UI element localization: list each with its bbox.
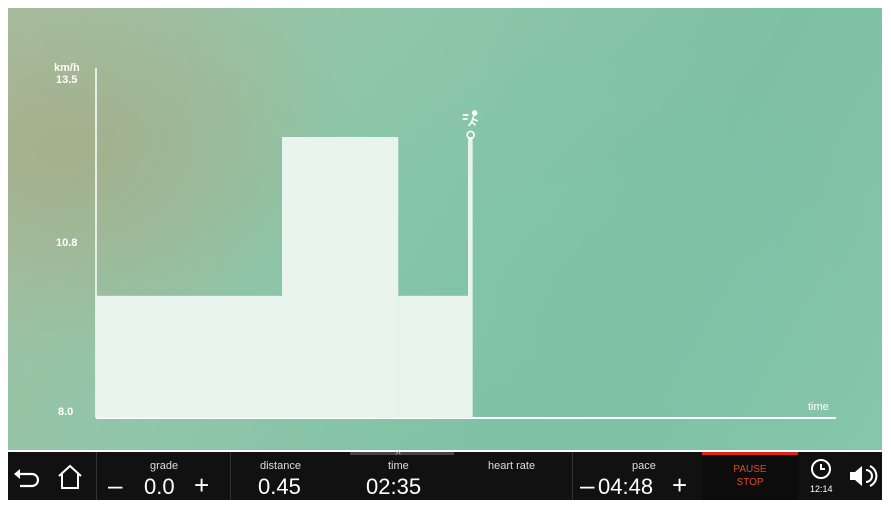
distance-value: 0.45 [258,474,301,499]
pace-decrease-button[interactable]: – [580,472,594,498]
time-value: 02:35 [366,474,422,499]
pace-increase-button[interactable]: + [672,472,687,498]
back-button[interactable] [8,452,48,500]
y-tick-bottom: 8.0 [58,406,74,418]
divider [572,452,573,500]
home-button[interactable] [50,452,90,500]
distance-display: distance 0.45 [232,452,332,500]
speed-segment-3 [398,295,468,418]
stop-label: STOP [736,477,764,488]
clock-icon [811,459,831,479]
clock-widget[interactable]: 12:14 [804,452,838,500]
back-arrow-icon [14,469,40,488]
workout-screen: km/h 13.5 10.8 8.0 time [8,8,882,450]
speed-segment-1 [96,295,282,418]
time-display[interactable]: ^ time 02:35 [332,450,472,500]
speed-profile-chart [95,68,836,419]
pause-label: PAUSE [733,464,767,475]
time-tab-indicator [350,452,454,455]
pace-label: pace [632,460,656,472]
bottom-control-bar: grade – 0.0 + distance 0.45 ^ time 02:35… [8,450,882,500]
clock-time: 12:14 [810,484,833,494]
runner-icon [462,110,478,127]
heart-rate-label: heart rate [488,460,536,472]
divider [96,452,97,500]
y-tick-top: 13.5 [56,74,78,86]
grade-label: grade [150,460,179,472]
x-axis-label: time [808,401,829,413]
distance-label: distance [260,460,301,472]
y-axis-unit: km/h [54,62,80,74]
home-icon [58,464,82,489]
pace-value: 04:48 [598,474,654,499]
divider [230,452,231,500]
volume-icon [850,465,878,487]
time-label: time [388,460,409,472]
grade-increase-button[interactable]: + [194,472,209,498]
heart-rate-display: heart rate [472,452,572,500]
speed-segment-4 [468,136,473,418]
grade-value: 0.0 [144,474,175,499]
y-tick-mid: 10.8 [56,237,78,249]
grade-control: grade – 0.0 + [98,452,228,500]
pause-stop-button[interactable]: PAUSE STOP [702,452,798,500]
speed-segment-2 [282,136,399,418]
grade-decrease-button[interactable]: – [108,472,122,498]
pace-control: pace – 04:48 + [574,452,702,500]
volume-button[interactable] [842,452,882,500]
